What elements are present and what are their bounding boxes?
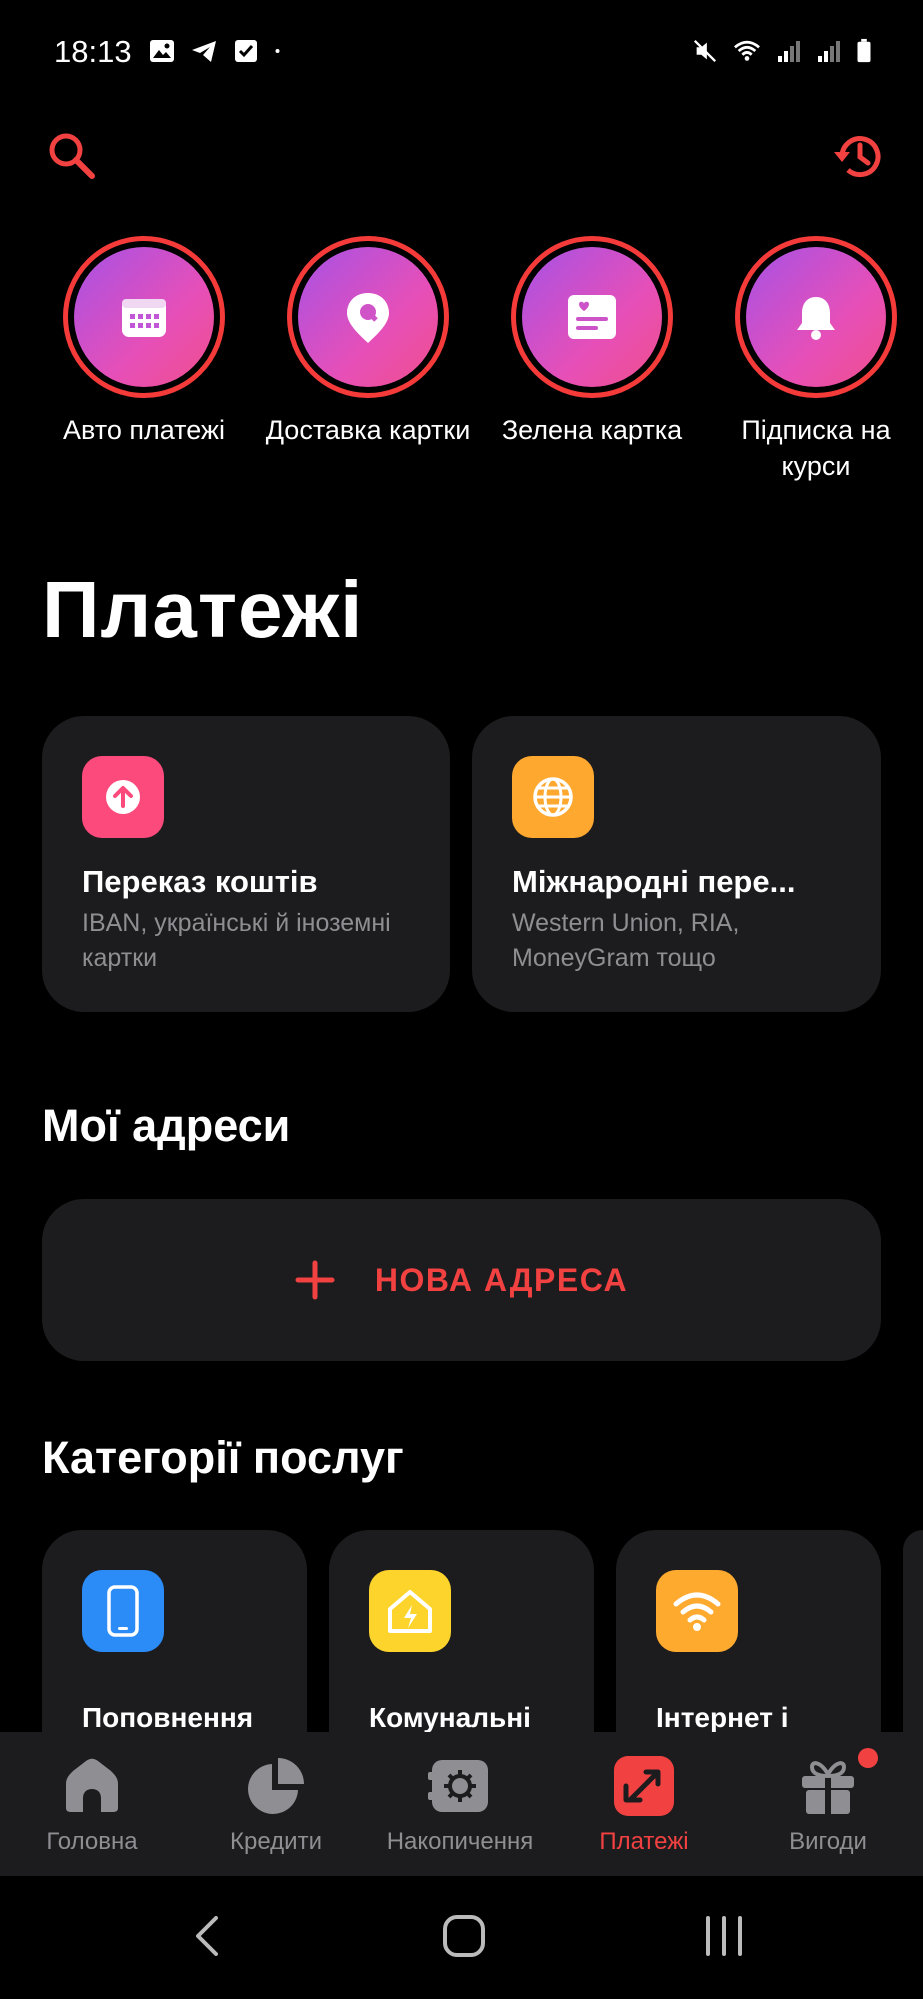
new-address-button[interactable]: НОВА АДРЕСА — [42, 1199, 881, 1361]
signal-icon — [778, 41, 800, 62]
plus-icon — [295, 1260, 335, 1300]
payments-icon — [614, 1756, 674, 1816]
back-icon[interactable] — [178, 1906, 238, 1966]
story-label: Авто платежі — [63, 415, 225, 445]
status-right-icons — [691, 38, 873, 64]
calendar-icon — [122, 299, 166, 337]
search-icon[interactable] — [44, 128, 100, 184]
nav-credits[interactable]: Кредити — [184, 1732, 368, 1876]
pie-chart-icon — [248, 1758, 304, 1814]
history-icon[interactable] — [830, 128, 886, 184]
image-icon — [150, 40, 174, 62]
nav-benefits[interactable]: Вигоди — [736, 1732, 920, 1876]
card-title: Переказ коштів — [82, 864, 318, 899]
nav-label: Вигоди — [789, 1828, 867, 1855]
wifi-icon — [673, 1592, 721, 1631]
story-ring — [735, 236, 897, 398]
category-title: Інтернет і — [656, 1702, 789, 1733]
page-title: Платежі — [42, 565, 364, 654]
card-icon-bg — [512, 756, 594, 838]
story-ring — [287, 236, 449, 398]
addresses-section-title: Мої адреси — [42, 1100, 291, 1151]
system-nav-bar — [0, 1876, 923, 1999]
nav-label: Кредити — [230, 1828, 322, 1855]
story-green-card[interactable]: Зелена картка — [482, 236, 702, 448]
phone-icon — [107, 1585, 139, 1637]
stories-row: Авто платежі Доставка картки Зелена карт… — [0, 236, 923, 496]
new-address-label: НОВА АДРЕСА — [374, 1261, 629, 1298]
card-subtitle: IBAN, українські й іноземні картки — [82, 909, 391, 972]
battery-icon — [857, 38, 871, 63]
story-auto-payments[interactable]: Авто платежі — [34, 236, 254, 448]
nav-label: Накопичення — [386, 1828, 534, 1855]
story-ring — [63, 236, 225, 398]
story-course-subscription[interactable]: Підписка на курси — [706, 236, 923, 484]
card-title: Міжнародні пере... — [512, 864, 796, 899]
safe-icon — [428, 1760, 488, 1812]
nav-payments[interactable]: Платежі — [552, 1732, 736, 1876]
nav-home[interactable]: Головна — [0, 1732, 184, 1876]
gift-icon — [802, 1761, 854, 1814]
bell-icon — [797, 297, 835, 340]
status-bar: 18:13 — [0, 0, 923, 110]
notification-dot — [858, 1748, 878, 1768]
status-time: 18:13 — [54, 34, 132, 69]
signal-icon — [818, 41, 840, 62]
arrow-up-icon — [106, 780, 140, 814]
checkbox-icon — [235, 40, 257, 62]
nav-label: Платежі — [599, 1828, 689, 1855]
category-title: Комунальні — [369, 1702, 531, 1733]
dot-icon — [275, 49, 280, 53]
location-pin-icon — [347, 293, 389, 343]
card-icon-bg — [82, 756, 164, 838]
nav-savings[interactable]: Накопичення — [368, 1732, 552, 1876]
globe-icon — [533, 777, 573, 817]
nav-label: Головна — [46, 1828, 138, 1855]
mute-icon — [693, 39, 717, 63]
category-title: Поповнення — [82, 1702, 254, 1733]
transfer-card[interactable]: Переказ коштів IBAN, українські й інозем… — [42, 716, 450, 1012]
story-ring — [511, 236, 673, 398]
card-icon-bg — [656, 1570, 738, 1652]
house-icon — [388, 1590, 432, 1633]
story-card-delivery[interactable]: Доставка картки — [258, 236, 478, 448]
recents-icon[interactable] — [694, 1906, 754, 1966]
bottom-nav: Головна Кредити Накопичення Платежі Виго… — [0, 1732, 923, 1876]
wifi-icon — [734, 40, 760, 61]
story-label: Зелена картка — [501, 415, 683, 445]
international-transfer-card[interactable]: Міжнародні пере... Western Union, RIA, M… — [472, 716, 881, 1012]
document-card-icon — [568, 295, 616, 339]
categories-section-title: Категорії послуг — [42, 1432, 404, 1483]
card-icon-bg — [82, 1570, 164, 1652]
card-subtitle: Western Union, RIA, MoneyGram тощо — [512, 909, 740, 972]
status-left-icons — [148, 38, 288, 64]
home-button-icon[interactable] — [434, 1906, 494, 1966]
home-icon — [66, 1758, 118, 1812]
telegram-icon — [192, 41, 216, 62]
card-icon-bg — [369, 1570, 451, 1652]
story-label: Доставка картки — [265, 415, 471, 445]
story-label: Підписка на курси — [741, 415, 891, 481]
